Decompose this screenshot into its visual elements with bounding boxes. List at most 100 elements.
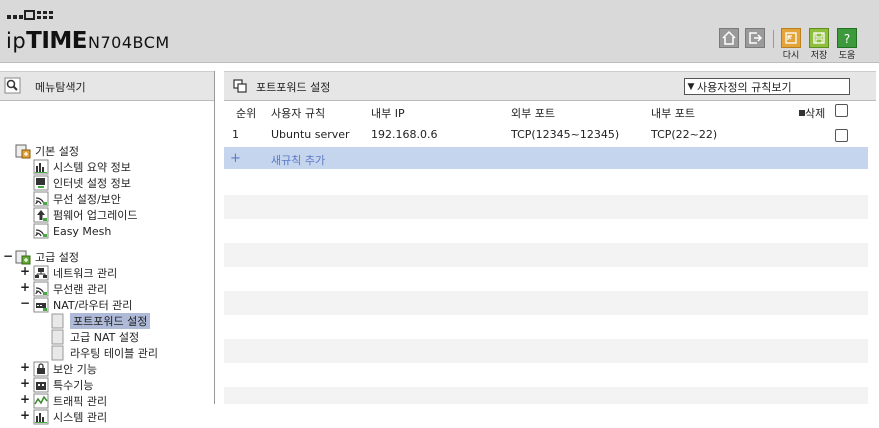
menu-explorer-panel: 메뉴탐색기 기본 설정 시스템 요약 정보 인터넷 설정 정보 무선 설정/보안…	[0, 71, 215, 425]
upgrade-arrow-icon	[33, 207, 49, 223]
tree-group-advanced-label: 고급 설정	[35, 251, 79, 264]
tree-subitem-label: 고급 NAT 설정	[70, 331, 140, 344]
brand-ip: ip	[6, 29, 27, 53]
top-header: ip TIME N704BCM 다시 저장 ? 도움	[0, 0, 879, 63]
router-icon	[33, 297, 49, 313]
tree-item-label: 펌웨어 업그레이드	[53, 209, 138, 222]
home-button[interactable]	[719, 28, 739, 48]
col-rule: 사용자 규칙	[271, 107, 326, 120]
tree-item-security[interactable]: 보안 기능	[33, 361, 97, 377]
svg-text:?: ?	[844, 32, 850, 46]
col-external-port: 외부 포트	[511, 107, 555, 120]
row-rule-name: Ubuntu server	[271, 128, 350, 141]
tree-item-label: Easy Mesh	[53, 224, 112, 238]
tree-item-network[interactable]: 네트워크 관리	[33, 265, 117, 281]
tree-item-label: 무선 설정/보안	[53, 193, 121, 206]
port-forward-header: 포트포워드 설정 ▼ 사용자정의 규칙보기	[224, 71, 876, 101]
network-icon	[33, 265, 49, 281]
col-index: 순위	[236, 107, 257, 120]
save-disk-icon	[813, 32, 825, 44]
page-icon	[50, 345, 66, 361]
rule-view-select[interactable]: ▼ 사용자정의 규칙보기	[684, 78, 850, 95]
select-all-checkbox[interactable]	[835, 104, 848, 117]
tree-item-wireless-security[interactable]: 무선 설정/보안	[33, 191, 121, 207]
tree-group-basic[interactable]: 기본 설정	[15, 143, 79, 159]
advanced-settings-icon	[15, 249, 31, 265]
collapse-toggle-advanced[interactable]: −	[3, 249, 13, 263]
tree-subitem-label-selected: 포트포워드 설정	[70, 313, 151, 329]
help-label: 도움	[838, 51, 856, 61]
tree-item-label: 인터넷 설정 정보	[53, 177, 131, 190]
tree-item-label: 특수기능	[53, 379, 94, 392]
basic-settings-icon	[15, 143, 31, 159]
collapse-toggle-nat[interactable]: −	[20, 296, 30, 310]
row-index: 1	[232, 128, 239, 141]
tree-item-traffic[interactable]: 트래픽 관리	[33, 393, 107, 409]
system-chart-icon	[33, 409, 49, 425]
back-icon	[785, 32, 797, 44]
back-button[interactable]	[781, 28, 801, 48]
wireless-lan-icon	[33, 281, 49, 297]
wireless-signal-icon	[33, 191, 49, 207]
tree-item-label: 무선랜 관리	[53, 283, 108, 296]
back-label: 다시	[782, 51, 800, 61]
tree-item-system-summary[interactable]: 시스템 요약 정보	[33, 159, 131, 175]
home-icon	[722, 30, 736, 45]
bar-chart-icon	[33, 159, 49, 175]
expand-toggle-security[interactable]: +	[20, 360, 30, 374]
empty-row-band	[224, 291, 868, 315]
logout-button[interactable]	[745, 28, 765, 48]
tree-subitem-advanced-nat[interactable]: 고급 NAT 설정	[50, 329, 139, 345]
tree-item-nat-router[interactable]: NAT/라우터 관리	[33, 297, 132, 313]
tree-subitem-routing-table[interactable]: 라우팅 테이블 관리	[50, 345, 158, 361]
page-icon	[50, 329, 66, 345]
magnifier-icon	[4, 77, 21, 94]
save-button[interactable]	[809, 28, 829, 48]
help-button[interactable]: ?	[837, 28, 857, 48]
col-internal-ip: 내부 IP	[371, 107, 405, 120]
expand-toggle-network[interactable]: +	[20, 264, 30, 278]
row-external-port: TCP(12345~12345)	[511, 128, 620, 141]
table-header-row: 순위 사용자 규칙 내부 IP 외부 포트 내부 포트 삭제	[224, 101, 876, 121]
tree-item-label: 시스템 요약 정보	[53, 161, 131, 174]
tree-item-wlan[interactable]: 무선랜 관리	[33, 281, 107, 297]
tree-item-label: 시스템 관리	[53, 411, 108, 424]
tree-item-special[interactable]: 특수기능	[33, 377, 93, 393]
tree-item-label: NAT/라우터 관리	[53, 299, 133, 312]
tree-subitem-port-forward[interactable]: 포트포워드 설정	[50, 313, 151, 329]
window-stack-icon	[233, 79, 247, 93]
logout-icon	[749, 32, 763, 44]
table-row[interactable]: 1 Ubuntu server 192.168.0.6 TCP(12345~12…	[224, 125, 876, 145]
expand-toggle-special[interactable]: +	[20, 376, 30, 390]
tree-item-label: 네트워크 관리	[53, 267, 118, 280]
tree-item-system[interactable]: 시스템 관리	[33, 409, 107, 425]
help-question-icon: ?	[844, 32, 850, 46]
menu-explorer-header: 메뉴탐색기	[0, 71, 214, 101]
chevron-down-icon: ▼	[687, 81, 695, 92]
row-delete-checkbox[interactable]	[835, 129, 848, 142]
brand-logo: ip TIME N704BCM	[6, 28, 170, 54]
model-name: N704BCM	[88, 33, 170, 52]
row-internal-port: TCP(22~22)	[651, 128, 718, 141]
iptime-dots-logo	[7, 10, 53, 20]
lock-icon	[33, 361, 49, 377]
tree-item-easy-mesh[interactable]: Easy Mesh	[33, 223, 111, 239]
special-features-icon	[33, 377, 49, 393]
expand-toggle-wlan[interactable]: +	[20, 280, 30, 294]
tree-group-advanced[interactable]: 고급 설정	[15, 249, 79, 265]
tree-item-firmware-upgrade[interactable]: 펌웨어 업그레이드	[33, 207, 137, 223]
monitor-icon	[33, 175, 49, 191]
menu-explorer-title: 메뉴탐색기	[35, 81, 86, 94]
tree-subitem-label: 라우팅 테이블 관리	[70, 347, 158, 360]
port-forward-panel: 포트포워드 설정 ▼ 사용자정의 규칙보기 순위 사용자 규칙 내부 IP 외부…	[224, 71, 879, 404]
add-rule-row[interactable]: + 새규칙 추가	[224, 147, 868, 169]
expand-toggle-system[interactable]: +	[20, 408, 30, 422]
tree-item-internet-info[interactable]: 인터넷 설정 정보	[33, 175, 131, 191]
save-label: 저장	[810, 51, 828, 61]
page-title: 포트포워드 설정	[256, 81, 331, 94]
rule-view-select-value: 사용자정의 규칙보기	[697, 80, 792, 94]
tree-group-basic-label: 기본 설정	[35, 145, 79, 158]
empty-row-band	[224, 339, 868, 363]
tree-item-label: 트래픽 관리	[53, 395, 108, 408]
row-internal-ip: 192.168.0.6	[371, 128, 438, 141]
